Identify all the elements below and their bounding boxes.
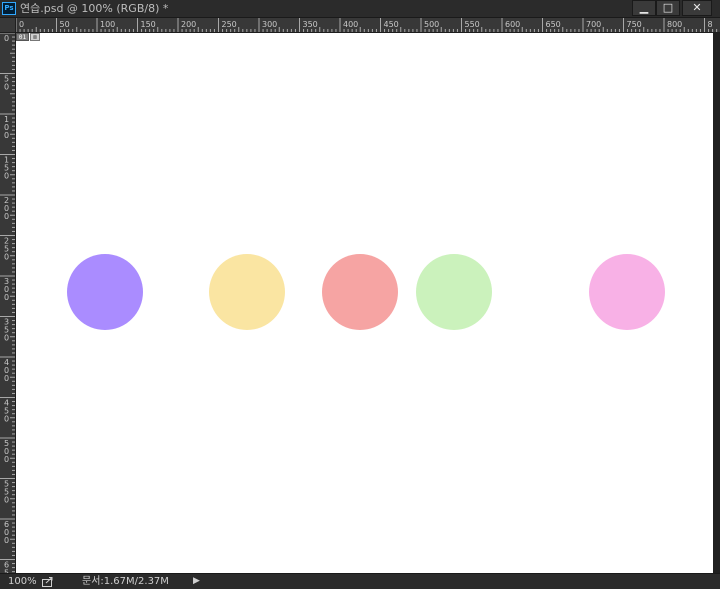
document-titlebar: Ps 연습.psd @ 100% (RGB/8) * ▁ □ ✕ [0,0,720,18]
ruler-h-label: 500 [424,20,439,29]
document-canvas[interactable]: 01 ⊠ [16,33,713,573]
ruler-h-label: 100 [100,20,115,29]
ruler-h-label: 350 [303,20,318,29]
photoshop-icon: Ps [2,2,16,15]
minimize-button[interactable]: ▁ [632,0,656,16]
ruler-v-label: 0 [4,293,9,302]
pink-circle[interactable] [589,254,665,330]
ruler-v-label: 0 [4,334,9,343]
ruler-v-label: 0 [4,415,9,424]
yellow-circle[interactable] [209,254,285,330]
maximize-button[interactable]: □ [656,0,680,16]
ruler-h-label: 0 [19,20,24,29]
ruler-v-label: 0 [4,496,9,505]
slice-number-badge[interactable]: 01 [16,33,29,41]
ruler-h-label: 450 [384,20,399,29]
ruler-v-label: 0 [4,536,9,545]
share-icon[interactable] [42,576,54,587]
ruler-v-label: 0 [4,34,9,43]
ruler-v-label: 0 [4,455,9,464]
ruler-h-label: 700 [586,20,601,29]
ruler-h-label: 750 [627,20,642,29]
ruler-h-label: 8 [708,20,713,29]
horizontal-ruler-ticks: 0 50 100 150 200 250 300 350 400 450 500 550 600 650 7… [15,18,718,32]
document-size-info: 문서:1.67M/2.37M [82,576,169,587]
ruler-v-label: 0 [4,131,9,140]
slice-icon: ⊠ [30,33,40,41]
ruler-v-label: 0 [4,212,9,221]
ruler-h-label: 200 [181,20,196,29]
vertical-scrollbar[interactable] [713,33,720,573]
ruler-h-label: 50 [60,20,70,29]
ruler-origin[interactable] [0,18,16,33]
purple-circle[interactable] [67,254,143,330]
close-button[interactable]: ✕ [682,0,712,16]
canvas-viewport[interactable]: 01 ⊠ [16,33,720,573]
ruler-v-label: 0 [4,172,9,181]
status-bar: 100% 문서:1.67M/2.37M ▶ [0,573,720,589]
vertical-ruler[interactable]: 05010015020025030035040045050055060065 [0,33,16,573]
document-title: 연습.psd @ 100% (RGB/8) * [20,2,169,15]
zoom-level[interactable]: 100% [8,574,37,589]
ruler-h-label: 150 [141,20,156,29]
ruler-v-label: 0 [4,374,9,383]
ruler-h-label: 650 [546,20,561,29]
horizontal-ruler[interactable]: 0 50 100 150 200 250 300 350 400 450 500 550 600 650 7… [0,18,720,33]
vertical-ruler-ticks: 05010015020025030035040045050055060065 [0,33,15,573]
ruler-h-label: 250 [222,20,237,29]
ruler-v-label: 0 [4,83,9,92]
ruler-h-label: 550 [465,20,480,29]
green-circle[interactable] [416,254,492,330]
ruler-h-label: 600 [505,20,520,29]
status-menu-arrow-icon[interactable]: ▶ [193,574,200,589]
red-circle[interactable] [322,254,398,330]
ruler-h-label: 800 [667,20,682,29]
ruler-h-label: 400 [343,20,358,29]
ruler-h-label: 300 [262,20,277,29]
ruler-v-label: 0 [4,253,9,262]
